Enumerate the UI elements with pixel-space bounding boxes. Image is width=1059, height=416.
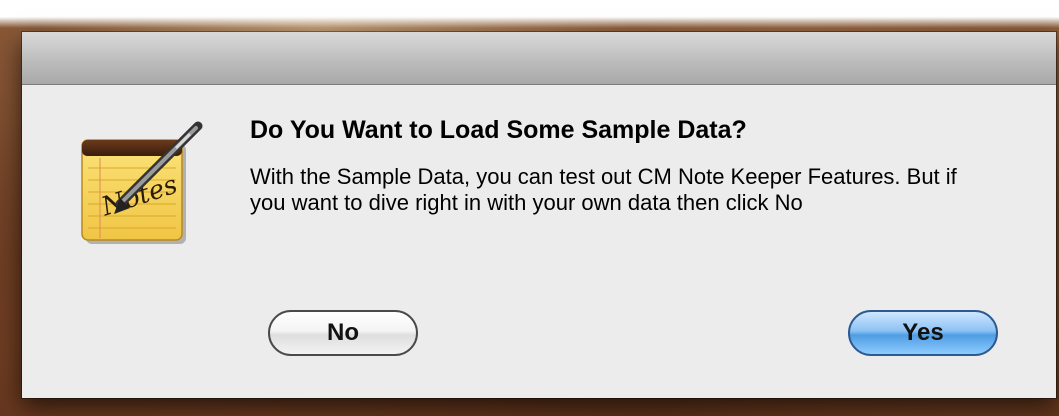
yes-button[interactable]: Yes: [848, 310, 998, 356]
no-button[interactable]: No: [268, 310, 418, 356]
dialog-title: Do You Want to Load Some Sample Data?: [250, 116, 747, 144]
notes-app-icon: Notes: [78, 118, 208, 248]
alert-dialog: Notes Do You Want to Load Some Sample Da…: [22, 32, 1056, 398]
backdrop-top-edge: [0, 0, 1059, 28]
sheet-title-bar: [22, 32, 1056, 85]
dialog-message: With the Sample Data, you can test out C…: [250, 164, 957, 215]
